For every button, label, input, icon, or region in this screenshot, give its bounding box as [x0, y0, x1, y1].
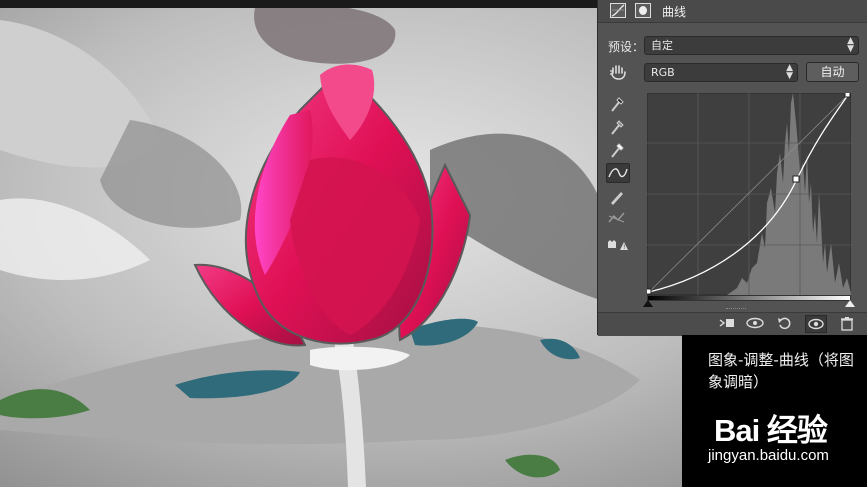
- panel-bottom-bar: [598, 312, 867, 336]
- eyedropper-gray-icon[interactable]: [606, 117, 630, 137]
- reset-icon[interactable]: [774, 315, 796, 333]
- curve-point-mid[interactable]: [792, 175, 800, 183]
- eyedropper-black-icon[interactable]: [606, 94, 630, 114]
- pencil-icon[interactable]: [606, 186, 630, 206]
- preset-label: 预设：: [608, 40, 645, 54]
- view-previous-icon[interactable]: [744, 315, 766, 333]
- caption-box: 图象-调整-曲线（将图象调暗） Bai 经验 jingyan.baidu.com: [682, 335, 867, 487]
- hand-icon[interactable]: [610, 64, 628, 80]
- input-gradient-bar: [647, 295, 851, 301]
- clip-layer-icon[interactable]: [716, 315, 738, 333]
- canvas-top-strip: [0, 0, 600, 8]
- visibility-icon[interactable]: [805, 315, 827, 333]
- white-point-slider[interactable]: [845, 300, 855, 307]
- dropdown-arrows-icon: ▲ ▼: [786, 63, 793, 81]
- curves-graph[interactable]: [645, 91, 852, 296]
- panel-title-bar: 曲线: [598, 0, 867, 23]
- curves-icon[interactable]: [610, 3, 626, 18]
- preset-value: 自定: [651, 39, 673, 52]
- channel-dropdown[interactable]: RGB ▲ ▼: [644, 63, 798, 82]
- preset-dropdown[interactable]: 自定 ▲ ▼: [644, 36, 859, 55]
- channel-value: RGB: [651, 66, 675, 79]
- smooth-icon[interactable]: [606, 208, 630, 228]
- baidu-jingyan-logo: Bai 经验: [714, 405, 828, 450]
- black-point-slider[interactable]: [643, 300, 653, 307]
- logo-text: Bai 经验: [714, 413, 828, 448]
- svg-text:!: !: [623, 244, 625, 251]
- mask-icon[interactable]: [635, 3, 651, 18]
- auto-button[interactable]: 自动: [806, 62, 859, 82]
- trash-icon[interactable]: [836, 315, 858, 333]
- watermark-url: jingyan.baidu.com: [708, 447, 829, 464]
- curve-tool-icon[interactable]: [606, 163, 630, 183]
- curve-point-white[interactable]: [844, 91, 851, 98]
- properties-panel: 曲线 预设： 自定 ▲ ▼ RGB ▲ ▼ 自动 !: [597, 0, 867, 336]
- panel-title: 曲线: [662, 5, 687, 19]
- curve-point-black[interactable]: [645, 288, 652, 295]
- eyedropper-white-icon[interactable]: [606, 140, 630, 160]
- clipping-warning-icon[interactable]: !: [606, 234, 630, 254]
- dropdown-arrows-icon: ▲ ▼: [847, 36, 854, 54]
- caption-text: 图象-调整-曲线（将图象调暗）: [708, 351, 854, 391]
